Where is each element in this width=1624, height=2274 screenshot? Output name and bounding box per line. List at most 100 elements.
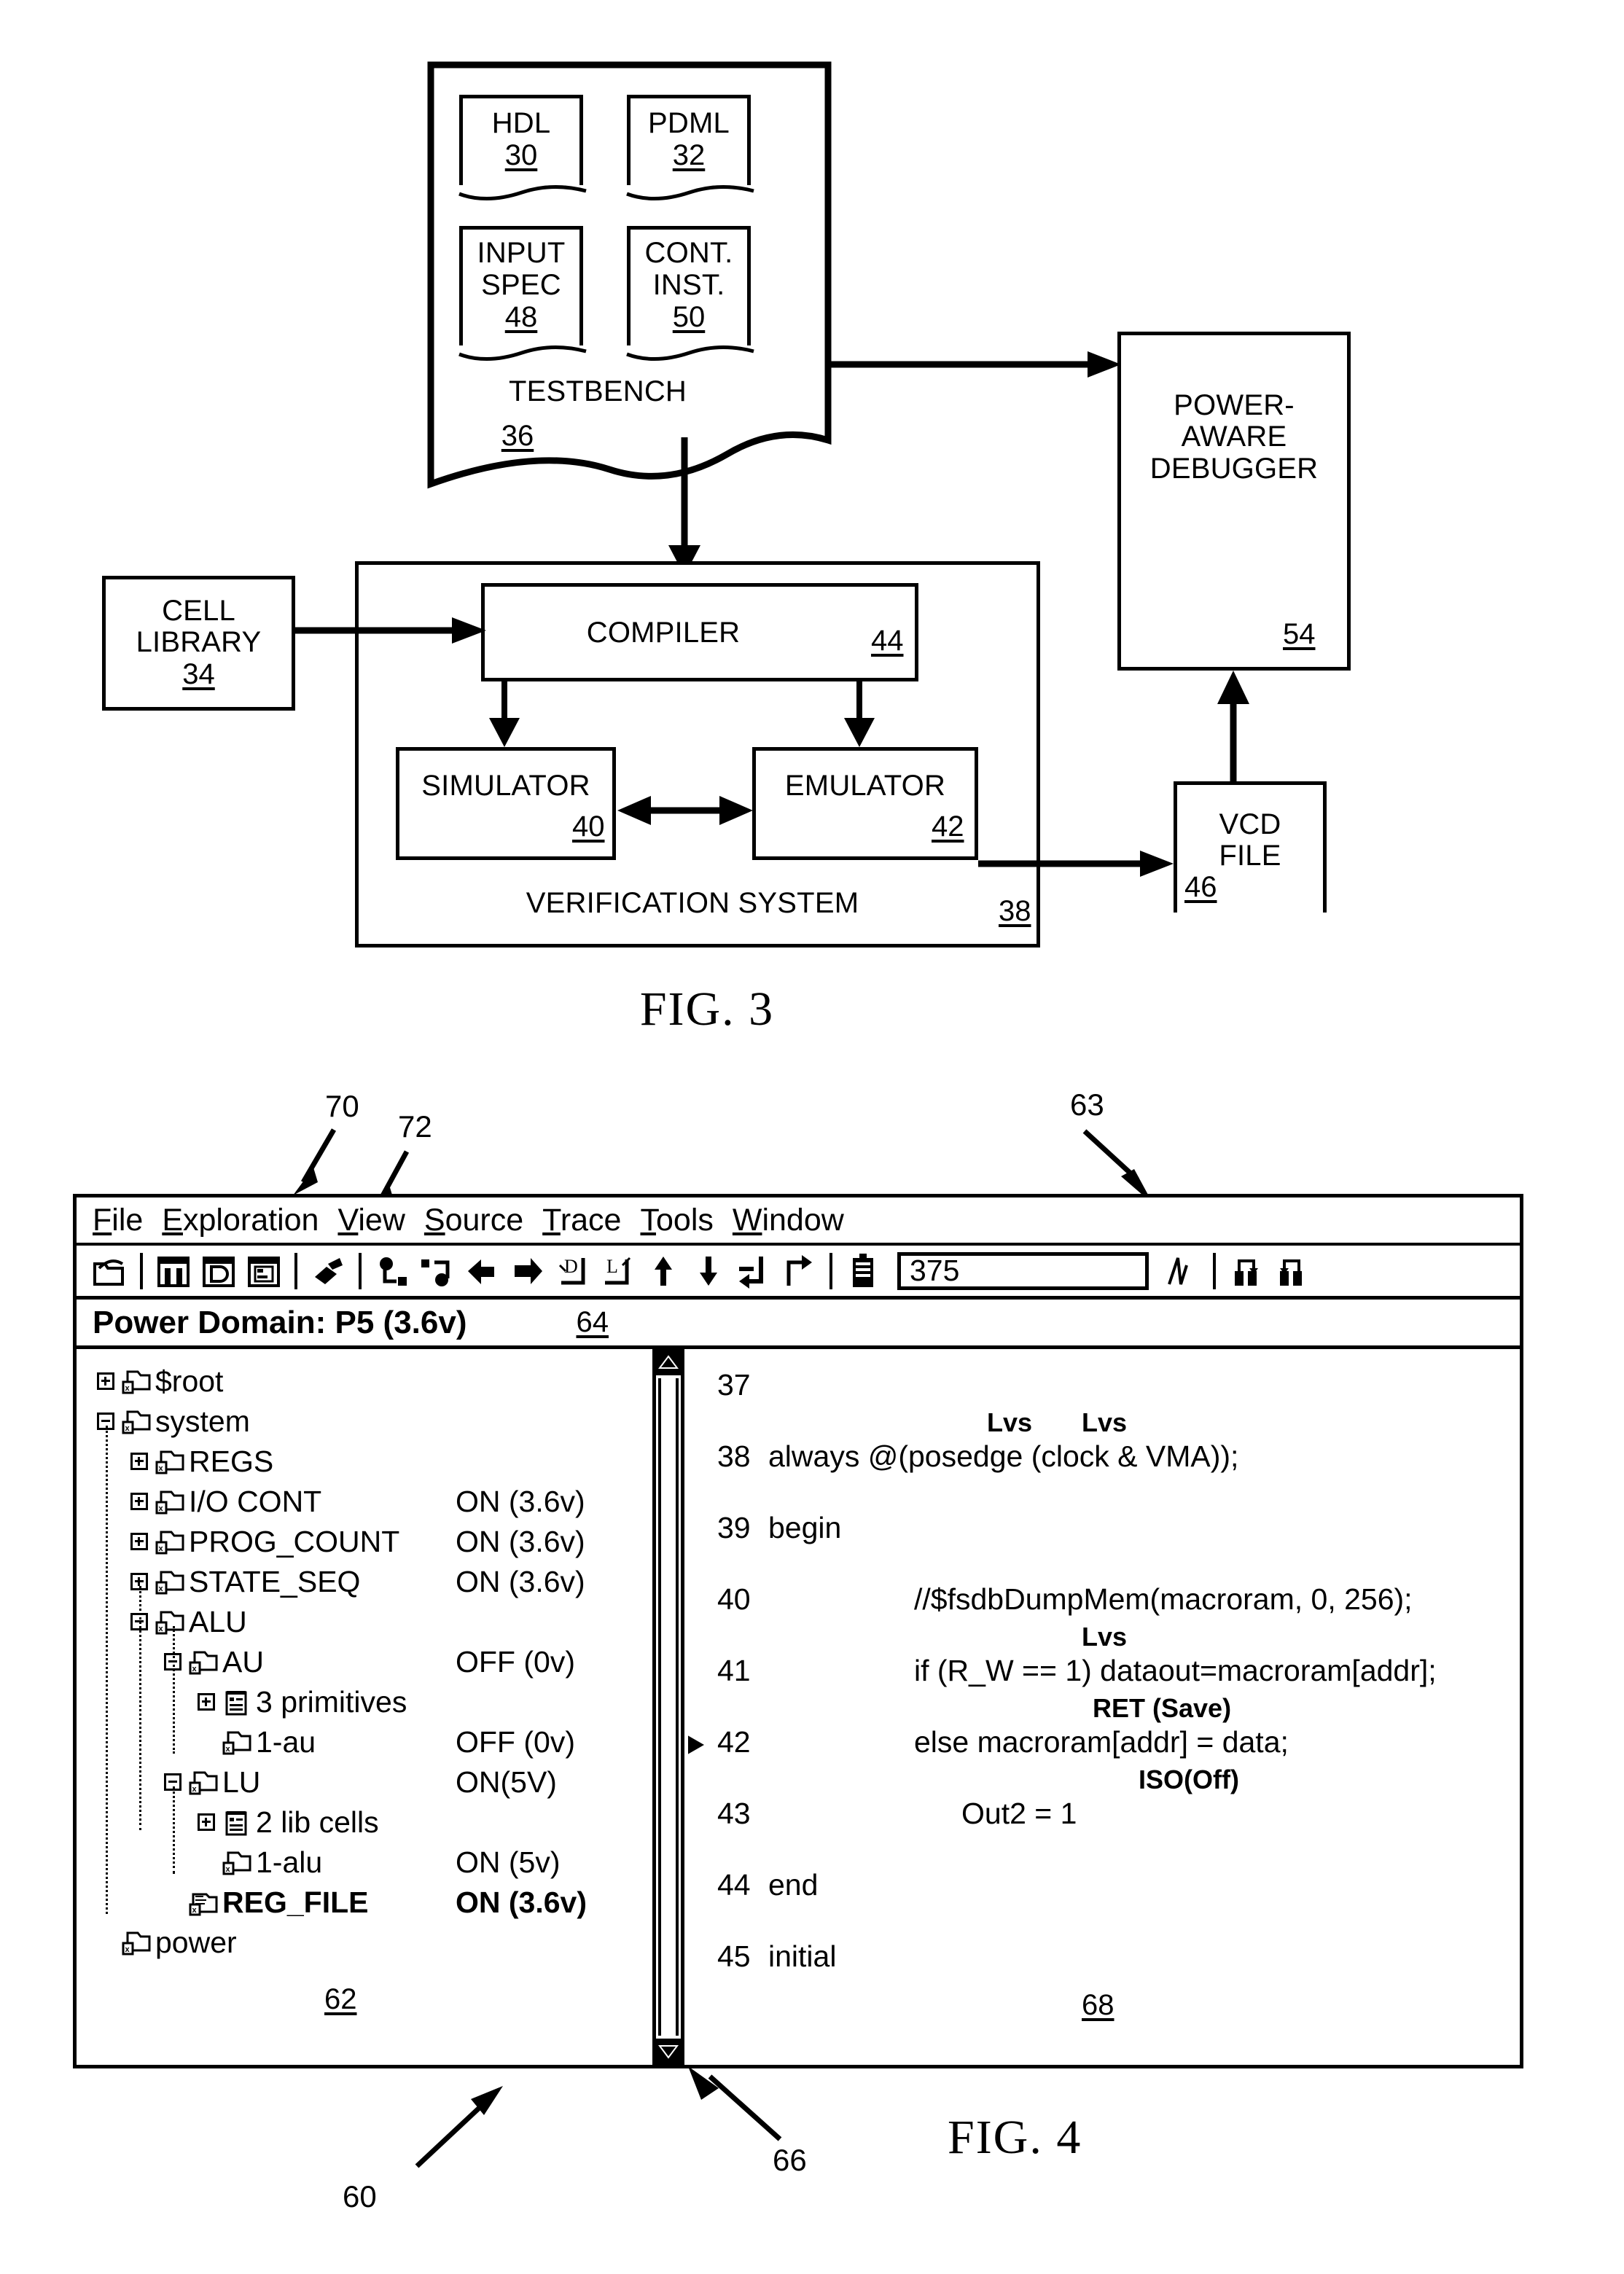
svg-text:D: D bbox=[564, 1256, 578, 1277]
tree-item-label: PROG_COUNT bbox=[189, 1524, 400, 1558]
hdl-ref: 30 bbox=[504, 139, 538, 172]
notepad-icon bbox=[225, 1691, 247, 1716]
waveform-icon[interactable] bbox=[1165, 1252, 1200, 1290]
menu-item-view[interactable]: View bbox=[337, 1203, 405, 1238]
expand-icon[interactable] bbox=[130, 1493, 148, 1510]
callout-72: 72 bbox=[398, 1109, 432, 1144]
tree-item-2-lib-cells[interactable]: 2 lib cells bbox=[77, 1803, 652, 1841]
code-line-number: 38 bbox=[717, 1439, 751, 1473]
tree-guide-line bbox=[173, 1786, 175, 1874]
code-line-text: initial bbox=[768, 1939, 837, 1973]
tree-item-root[interactable]: x $root bbox=[77, 1362, 652, 1400]
hierarchy-tree-pane[interactable]: x $root x system x REGS x I/O CONT ON (3.6v) x PRO… bbox=[77, 1349, 652, 2065]
toolbar[interactable]: D L 375 bbox=[77, 1246, 1520, 1300]
selected-module-icon-wrap: x bbox=[189, 1890, 219, 1916]
tree-item-3-primitives[interactable]: 3 primitives bbox=[77, 1683, 652, 1721]
arrow-cell-library-to-compiler bbox=[295, 617, 486, 644]
menu-item-window[interactable]: Window bbox=[733, 1203, 844, 1238]
scroll-up-button[interactable] bbox=[656, 1349, 681, 1375]
clipboard-icon[interactable] bbox=[846, 1252, 881, 1290]
line-43[interactable]: 43 Out2 = 1 ISO(Off) bbox=[688, 1765, 1520, 1868]
module-folder-icon-wrap: x bbox=[122, 1369, 152, 1394]
step-over-icon[interactable] bbox=[420, 1252, 455, 1290]
tree-item-label: STATE_SEQ bbox=[189, 1564, 361, 1598]
code-line-text: if (R_W == 1) dataout=macroram[addr]; bbox=[914, 1654, 1437, 1687]
vcd-file-label-1: VCD bbox=[1219, 808, 1281, 840]
search-next-icon[interactable] bbox=[1274, 1252, 1309, 1290]
goto-next-icon[interactable] bbox=[781, 1252, 816, 1290]
tree-item-label: ALU bbox=[189, 1604, 247, 1638]
module-folder-icon-wrap: x bbox=[189, 1770, 219, 1795]
power-domain-label: Power Domain: P5 (3.6v) bbox=[93, 1304, 467, 1340]
tree-item-prog-count[interactable]: x PROG_COUNT ON (3.6v) bbox=[77, 1523, 652, 1560]
tree-item-alu[interactable]: x ALU bbox=[77, 1603, 652, 1641]
line-42[interactable]: 42 else macroram[addr] = data; RET (Save) bbox=[688, 1693, 1520, 1797]
go-down-icon[interactable] bbox=[691, 1252, 726, 1290]
menu-item-tools[interactable]: Tools bbox=[640, 1203, 713, 1238]
tree-item-io-cont[interactable]: x I/O CONT ON (3.6v) bbox=[77, 1482, 652, 1520]
tree-item-lu[interactable]: x LU ON(5V) bbox=[77, 1763, 652, 1801]
trace-load-icon[interactable] bbox=[510, 1252, 545, 1290]
expand-icon[interactable] bbox=[198, 1813, 215, 1831]
hierarchy-browser-icon[interactable] bbox=[156, 1252, 191, 1290]
menu-item-exploration[interactable]: Exploration bbox=[162, 1203, 319, 1238]
simulator-label: SIMULATOR bbox=[421, 770, 590, 802]
svg-text:L: L bbox=[606, 1256, 618, 1277]
source-view-icon[interactable] bbox=[246, 1252, 281, 1290]
menu-item-source[interactable]: Source bbox=[424, 1203, 523, 1238]
scroll-down-button[interactable] bbox=[656, 2039, 681, 2065]
code-line-text: begin bbox=[768, 1511, 842, 1544]
tree-item-au[interactable]: x AU OFF (0v) bbox=[77, 1643, 652, 1681]
menu-item-trace[interactable]: Trace bbox=[542, 1203, 621, 1238]
menu-bar[interactable]: File Exploration View Source Trace Tools… bbox=[77, 1197, 1520, 1246]
code-line-number: 44 bbox=[717, 1868, 751, 1902]
loads-l-icon[interactable]: L bbox=[601, 1252, 636, 1290]
module-folder-icon: x bbox=[155, 1450, 184, 1474]
expand-icon[interactable] bbox=[130, 1453, 148, 1470]
menu-item-file[interactable]: File bbox=[93, 1203, 143, 1238]
flashlight-trace-icon[interactable] bbox=[311, 1252, 346, 1290]
go-up-icon[interactable] bbox=[646, 1252, 681, 1290]
scrollbar-track[interactable] bbox=[658, 1378, 679, 2036]
chevron-up-icon bbox=[658, 1355, 679, 1369]
vcd-file-label-2: FILE bbox=[1219, 840, 1281, 872]
svg-text:x: x bbox=[226, 1865, 231, 1874]
svg-text:x: x bbox=[125, 1384, 130, 1393]
line-44[interactable]: 44 end bbox=[688, 1868, 1520, 1939]
tree-item-regs[interactable]: x REGS bbox=[77, 1442, 652, 1480]
step-into-icon[interactable] bbox=[375, 1252, 410, 1290]
schematic-view-icon[interactable] bbox=[201, 1252, 236, 1290]
tree-item-label: REG_FILE bbox=[222, 1885, 369, 1919]
goto-prev-icon[interactable] bbox=[736, 1252, 771, 1290]
compiler-ref: 44 bbox=[871, 625, 904, 657]
trace-driver-icon[interactable] bbox=[465, 1252, 500, 1290]
tree-item-label: 2 lib cells bbox=[256, 1805, 379, 1839]
tree-item-label: 1-alu bbox=[256, 1845, 323, 1879]
tree-item-system[interactable]: x system bbox=[77, 1402, 652, 1440]
expand-icon[interactable] bbox=[198, 1693, 215, 1711]
expand-icon[interactable] bbox=[97, 1372, 114, 1390]
line-39[interactable]: 39 begin bbox=[688, 1511, 1520, 1582]
tree-item-power[interactable]: x power bbox=[77, 1923, 652, 1961]
tree-item-reg-file[interactable]: x REG_FILE ON (3.6v) bbox=[77, 1883, 652, 1921]
code-line-text: always @(posedge (clock & VMA)); bbox=[768, 1439, 1239, 1473]
search-prev-icon[interactable] bbox=[1229, 1252, 1264, 1290]
expand-icon[interactable] bbox=[130, 1533, 148, 1550]
tree-item-state-seq[interactable]: x STATE_SEQ ON (3.6v) bbox=[77, 1563, 652, 1601]
tree-item-1-alu[interactable]: x 1-alu ON (5v) bbox=[77, 1843, 652, 1881]
input-spec-label-1: INPUT bbox=[477, 237, 566, 270]
power-aware-debugger-label-1: POWER- bbox=[1174, 389, 1295, 422]
patent-drawing-page: HDL 30 PDML 32 INPUT SPEC 48 CONT. INST.… bbox=[0, 0, 1624, 2274]
source-code-pane[interactable]: 37 38 always @(posedge (clock & VMA)); Lvs L… bbox=[688, 1349, 1520, 2065]
vertical-scrollbar[interactable] bbox=[652, 1349, 684, 2065]
drivers-d-icon[interactable]: D bbox=[555, 1252, 590, 1290]
arrow-vcd-to-debugger bbox=[1217, 671, 1249, 784]
tree-item-1-au[interactable]: x 1-au OFF (0v) bbox=[77, 1723, 652, 1761]
simulator-ref: 40 bbox=[572, 810, 605, 843]
time-value-input[interactable]: 375 bbox=[897, 1251, 1149, 1290]
code-line-number: 39 bbox=[717, 1511, 751, 1544]
power-domain-bar: Power Domain: P5 (3.6v) 64 bbox=[77, 1300, 1520, 1349]
window-body: x $root x system x REGS x I/O CONT ON (3.6v) x PRO… bbox=[77, 1349, 1520, 2065]
open-folder-icon[interactable] bbox=[92, 1252, 127, 1290]
line-38[interactable]: 38 always @(posedge (clock & VMA)); Lvs Lvs bbox=[688, 1407, 1520, 1511]
